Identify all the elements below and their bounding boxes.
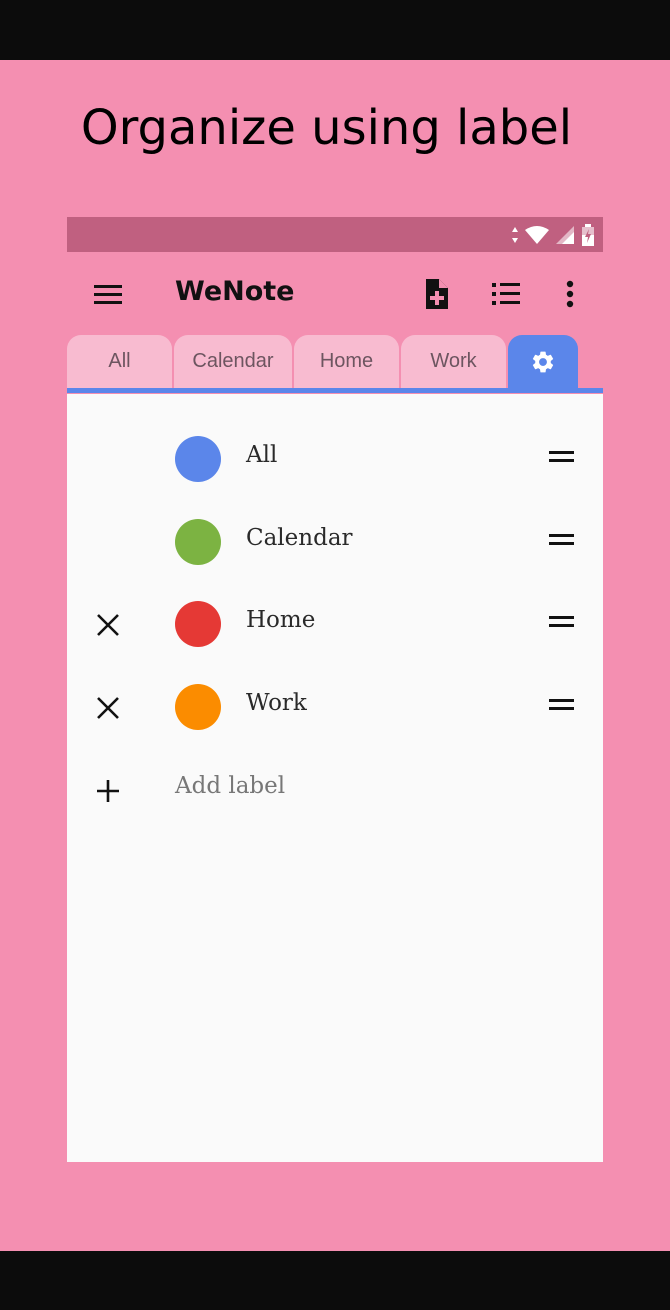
drag-handle-icon[interactable] [549, 699, 574, 715]
app-title: WeNote [175, 276, 295, 307]
tab-label: Work [430, 350, 477, 372]
new-note-button[interactable] [420, 278, 452, 310]
top-black-bar [0, 0, 670, 60]
promo-headline: Organize using label [80, 100, 573, 156]
add-label-button[interactable]: Add label [175, 773, 285, 799]
tab-work[interactable]: Work [401, 335, 506, 388]
label-name[interactable]: Calendar [246, 525, 353, 551]
tab-indicator [67, 388, 603, 393]
drag-handle-icon[interactable] [549, 616, 574, 632]
label-color-swatch[interactable] [175, 436, 221, 482]
label-tabs: All Calendar Home Work [67, 335, 603, 395]
new-note-icon [426, 279, 448, 309]
plus-icon[interactable] [95, 778, 121, 804]
drag-handle-icon[interactable] [549, 534, 574, 550]
menu-icon[interactable] [93, 280, 123, 310]
label-list: All Calendar Home Work Add label [67, 394, 603, 1162]
list-item: Work [67, 677, 603, 737]
close-icon[interactable] [95, 695, 121, 721]
label-name[interactable]: Work [246, 690, 307, 716]
wifi-icon [525, 226, 549, 244]
label-name[interactable]: Home [246, 607, 315, 633]
label-color-swatch[interactable] [175, 601, 221, 647]
tab-label: All [108, 350, 131, 372]
drag-handle-icon[interactable] [549, 451, 574, 467]
bottom-black-bar [0, 1251, 670, 1310]
tab-home[interactable]: Home [294, 335, 399, 388]
gear-icon [532, 351, 554, 372]
label-name[interactable]: All [246, 442, 277, 468]
tab-label: Calendar [192, 350, 274, 372]
list-item: All [67, 429, 603, 489]
signal-icon [556, 226, 574, 244]
status-icons [511, 224, 595, 246]
battery-icon [582, 224, 594, 246]
label-color-swatch[interactable] [175, 684, 221, 730]
status-bar [67, 217, 603, 252]
phone-screen: WeNote All Calendar Home Work All Calend… [67, 217, 603, 1162]
tab-all[interactable]: All [67, 335, 172, 388]
list-item: Home [67, 594, 603, 654]
tab-calendar[interactable]: Calendar [174, 335, 292, 388]
label-color-swatch[interactable] [175, 519, 221, 565]
add-label-row[interactable]: Add label [67, 760, 603, 820]
tab-settings[interactable] [508, 335, 578, 388]
more-vert-icon [566, 280, 574, 308]
data-arrows-icon [512, 227, 518, 243]
app-bar: WeNote [67, 252, 603, 336]
more-options-button[interactable] [554, 278, 586, 310]
tab-label: Home [319, 350, 374, 372]
list-view-icon [492, 283, 520, 305]
list-view-button[interactable] [490, 278, 522, 310]
list-item: Calendar [67, 512, 603, 572]
close-icon[interactable] [95, 612, 121, 638]
